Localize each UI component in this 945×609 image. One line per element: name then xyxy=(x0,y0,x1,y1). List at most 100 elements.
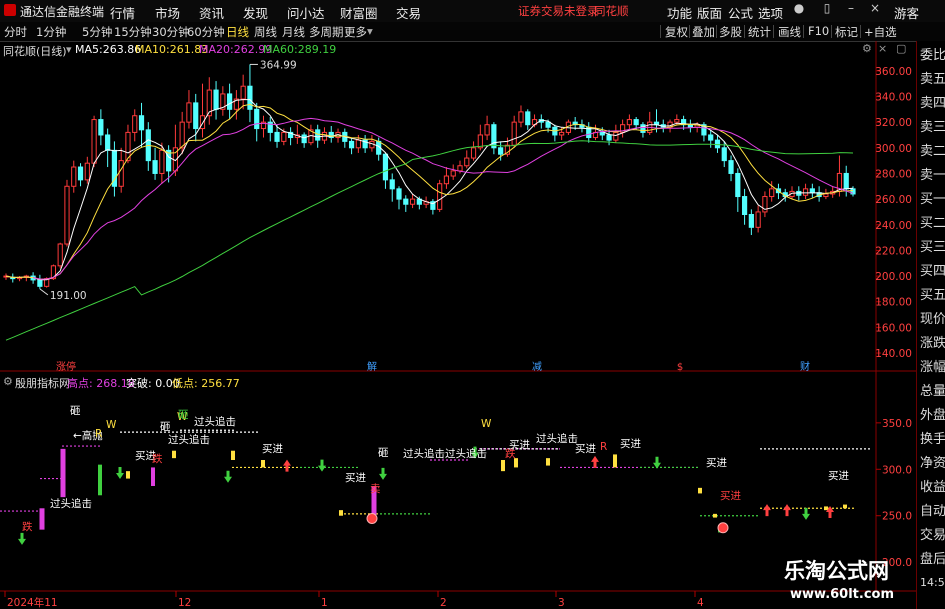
signal-label: W xyxy=(106,419,117,431)
signal-label: 过头追击 xyxy=(194,415,236,428)
candle xyxy=(315,129,321,141)
candle xyxy=(769,188,775,198)
signal-arrow-icon xyxy=(591,455,599,468)
candle xyxy=(348,140,355,149)
candle xyxy=(98,119,104,136)
indicator-y-tick-label: 350.0 xyxy=(882,418,912,430)
signal-label: 砸 xyxy=(160,421,171,433)
candle xyxy=(443,175,450,185)
y-tick-label: 280.00 xyxy=(875,168,912,180)
side-panel-item[interactable]: 卖三 xyxy=(920,116,945,135)
signal-label: 跌 xyxy=(152,452,163,465)
low-price-label: 191.00 xyxy=(50,290,87,302)
signal-bar xyxy=(261,460,265,468)
signal-bar xyxy=(39,508,45,530)
side-panel-item[interactable]: 买四 xyxy=(920,260,945,279)
side-panel-item[interactable]: 卖五 xyxy=(920,68,945,87)
signal-label: W xyxy=(481,418,492,430)
candle xyxy=(132,115,138,133)
watermark: 乐淘公式网 www.60lt.com xyxy=(770,555,915,605)
candle xyxy=(64,185,70,245)
side-panel-item[interactable]: 卖一 xyxy=(920,164,945,183)
candle xyxy=(518,111,524,123)
candle xyxy=(193,102,199,130)
side-panel-item[interactable]: 现价 xyxy=(920,308,945,327)
signal-label: 过头追击过头追击 xyxy=(403,447,487,460)
side-panel-item[interactable]: 换手 xyxy=(920,428,945,447)
signal-arrow-icon xyxy=(224,470,232,483)
candle xyxy=(626,119,632,126)
side-panel-item[interactable]: 收益 xyxy=(920,476,945,495)
candle xyxy=(37,279,43,287)
side-panel-item[interactable]: 买二 xyxy=(920,212,945,231)
side-panel-item[interactable]: 买五 xyxy=(920,284,945,303)
signal-bar xyxy=(151,467,155,486)
candle xyxy=(403,198,409,205)
candle xyxy=(409,198,416,205)
candle xyxy=(559,131,565,136)
candle xyxy=(274,131,280,142)
candle xyxy=(152,160,158,174)
candle xyxy=(91,119,97,164)
y-tick-label: 300.00 xyxy=(875,143,912,155)
y-tick-label: 260.00 xyxy=(875,194,912,206)
candle xyxy=(545,121,551,128)
side-panel-item[interactable]: 卖二 xyxy=(920,140,945,159)
candle xyxy=(240,85,246,100)
signal-label: 过头追击 xyxy=(50,497,92,510)
y-tick-label: 180.00 xyxy=(875,297,912,309)
candle xyxy=(396,188,402,200)
quote-side-panel: 委比卖五卖四卖三卖二卖一买一买二买三买四买五现价涨跌涨幅总量外盘换手净资收益自动… xyxy=(916,41,945,609)
y-tick-label: 320.00 xyxy=(875,117,912,129)
side-panel-item[interactable]: 交易 xyxy=(920,524,945,543)
watermark-url: www.60lt.com xyxy=(790,587,895,602)
signal-arrow-icon xyxy=(379,467,387,480)
candle xyxy=(823,193,829,198)
candle xyxy=(389,179,395,190)
side-panel-item[interactable]: 委比 xyxy=(920,44,945,63)
candle xyxy=(525,111,531,126)
side-panel-item[interactable]: 涨跌 xyxy=(920,332,945,351)
signal-label: 跌 xyxy=(505,447,516,460)
candle xyxy=(809,188,815,194)
candle xyxy=(633,119,639,126)
side-panel-item[interactable]: 涨幅 xyxy=(920,356,945,375)
candle xyxy=(464,157,470,167)
x-tick-label: 12 xyxy=(178,597,191,609)
signal-arrow-icon xyxy=(653,456,661,469)
side-panel-item[interactable]: 外盘 xyxy=(920,404,945,423)
candle xyxy=(714,139,721,149)
signal-bar xyxy=(60,448,66,498)
candle xyxy=(71,166,77,187)
candle xyxy=(355,139,361,149)
side-panel-item[interactable]: 自动 xyxy=(920,500,945,519)
side-panel-item[interactable]: 买三 xyxy=(920,236,945,255)
side-panel-item[interactable]: 盘后 xyxy=(920,548,945,567)
signal-label: 过头追击 xyxy=(536,432,578,445)
candle xyxy=(159,149,165,174)
candle xyxy=(450,170,456,177)
side-panel-item[interactable]: 卖四 xyxy=(920,92,945,111)
low-pointer xyxy=(39,288,49,296)
x-tick-label: 1 xyxy=(321,597,328,609)
candle xyxy=(470,147,477,159)
stock-chart[interactable]: 360.00 340.00 320.00 300.00 280.00 260.00 240.… xyxy=(0,0,916,609)
signal-arrow-icon xyxy=(18,532,26,545)
candle xyxy=(498,147,504,155)
candle xyxy=(77,166,84,181)
side-panel-item[interactable]: 14:56 xyxy=(920,576,945,589)
side-panel-item[interactable]: 总量 xyxy=(920,380,945,399)
candle xyxy=(721,147,727,162)
signal-arrow-icon xyxy=(763,504,771,517)
event-marker: $ xyxy=(677,362,683,373)
signal-arrow-icon xyxy=(116,467,124,479)
signal-label: 买进 xyxy=(345,472,366,484)
candle xyxy=(674,119,680,123)
watermark-title: 乐淘公式网 xyxy=(784,559,889,583)
signal-label: 买进 xyxy=(720,490,741,502)
y-tick-label: 160.00 xyxy=(875,322,912,334)
indicator-y-tick-label: 300.0 xyxy=(882,464,912,476)
side-panel-item[interactable]: 净资 xyxy=(920,452,945,471)
signal-bar xyxy=(698,487,702,494)
side-panel-item[interactable]: 买一 xyxy=(920,188,945,207)
